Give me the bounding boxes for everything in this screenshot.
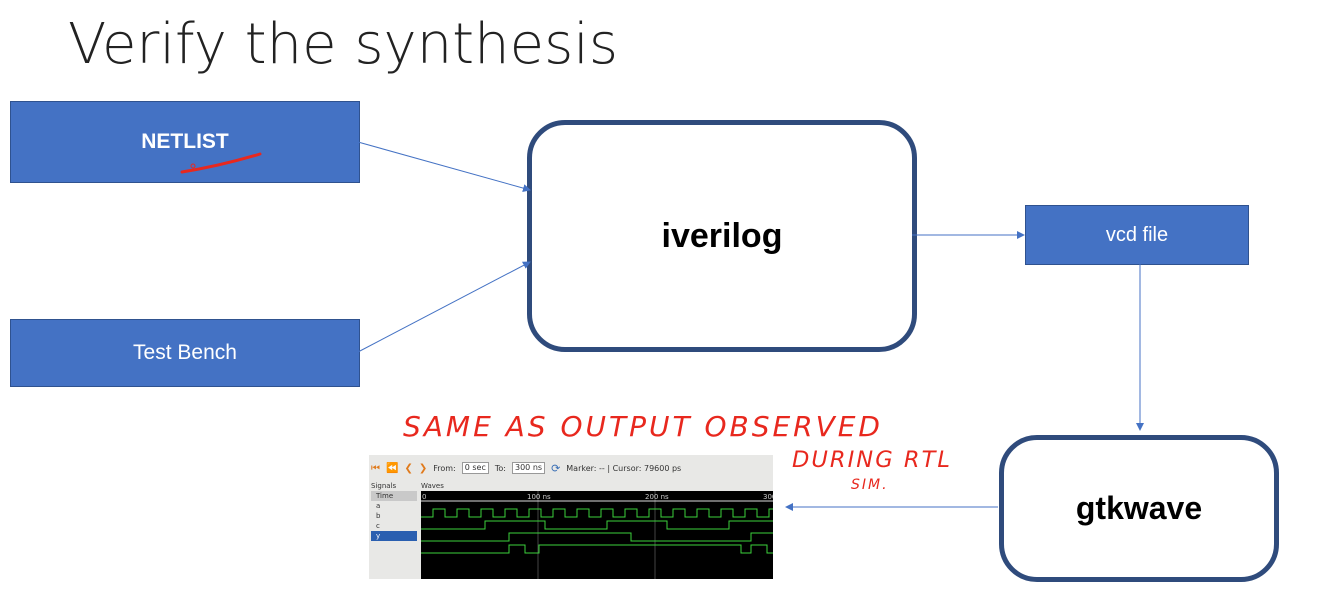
reload-icon[interactable]: ⟳ bbox=[551, 462, 560, 475]
annotation-line-2: DURING RTL bbox=[792, 448, 952, 473]
signal-y[interactable]: y bbox=[371, 531, 417, 541]
signals-header: Signals bbox=[371, 482, 397, 490]
wave-y bbox=[421, 544, 773, 554]
red-dot-mark bbox=[190, 163, 196, 169]
from-label: From: bbox=[433, 463, 456, 473]
waveform-area[interactable]: 0 100 ns 200 ns 300 bbox=[421, 491, 773, 579]
from-input[interactable]: 0 sec bbox=[461, 462, 489, 474]
rewind-icon[interactable]: ⏪ bbox=[386, 463, 398, 474]
wave-b bbox=[421, 520, 773, 530]
waves-header: Waves bbox=[421, 482, 444, 490]
gtkwave-toolbar: ⏮ ⏪ ❮ ❯ From: 0 sec To: 300 ns ⟳ Marker:… bbox=[369, 455, 773, 481]
wave-a bbox=[421, 508, 773, 518]
tick-0: 0 bbox=[422, 493, 426, 501]
arrow-netlist-to-iverilog bbox=[357, 141, 531, 192]
gtkwave-screenshot: ⏮ ⏪ ❮ ❯ From: 0 sec To: 300 ns ⟳ Marker:… bbox=[369, 455, 773, 579]
jump-start-icon[interactable]: ⏮ bbox=[371, 463, 380, 474]
arrow-testbench-to-iverilog bbox=[357, 261, 531, 353]
annotation-line-3: SIM. bbox=[851, 477, 889, 493]
waves-panel: Waves 0 100 ns 200 ns 300 bbox=[421, 481, 773, 579]
wave-c bbox=[421, 532, 773, 542]
tick-100ns: 100 ns bbox=[527, 493, 551, 501]
to-input[interactable]: 300 ns bbox=[512, 462, 546, 474]
tick-300: 300 bbox=[763, 493, 773, 501]
red-underline-mark bbox=[180, 152, 262, 174]
waveform-svg: 0 100 ns 200 ns 300 bbox=[421, 491, 773, 579]
signal-time[interactable]: Time bbox=[371, 491, 417, 501]
tick-200ns: 200 ns bbox=[645, 493, 669, 501]
signal-a[interactable]: a bbox=[371, 501, 417, 511]
to-label: To: bbox=[494, 463, 506, 473]
signal-c[interactable]: c bbox=[371, 521, 417, 531]
annotation-line-1: SAME AS OUTPUT OBSERVED bbox=[403, 410, 883, 443]
marker-text: Marker: -- | Cursor: 79600 ps bbox=[566, 463, 682, 473]
prev-icon[interactable]: ❮ bbox=[404, 463, 412, 474]
signals-panel: Signals Time a b c y bbox=[371, 481, 417, 579]
signal-b[interactable]: b bbox=[371, 511, 417, 521]
next-icon[interactable]: ❯ bbox=[419, 463, 427, 474]
